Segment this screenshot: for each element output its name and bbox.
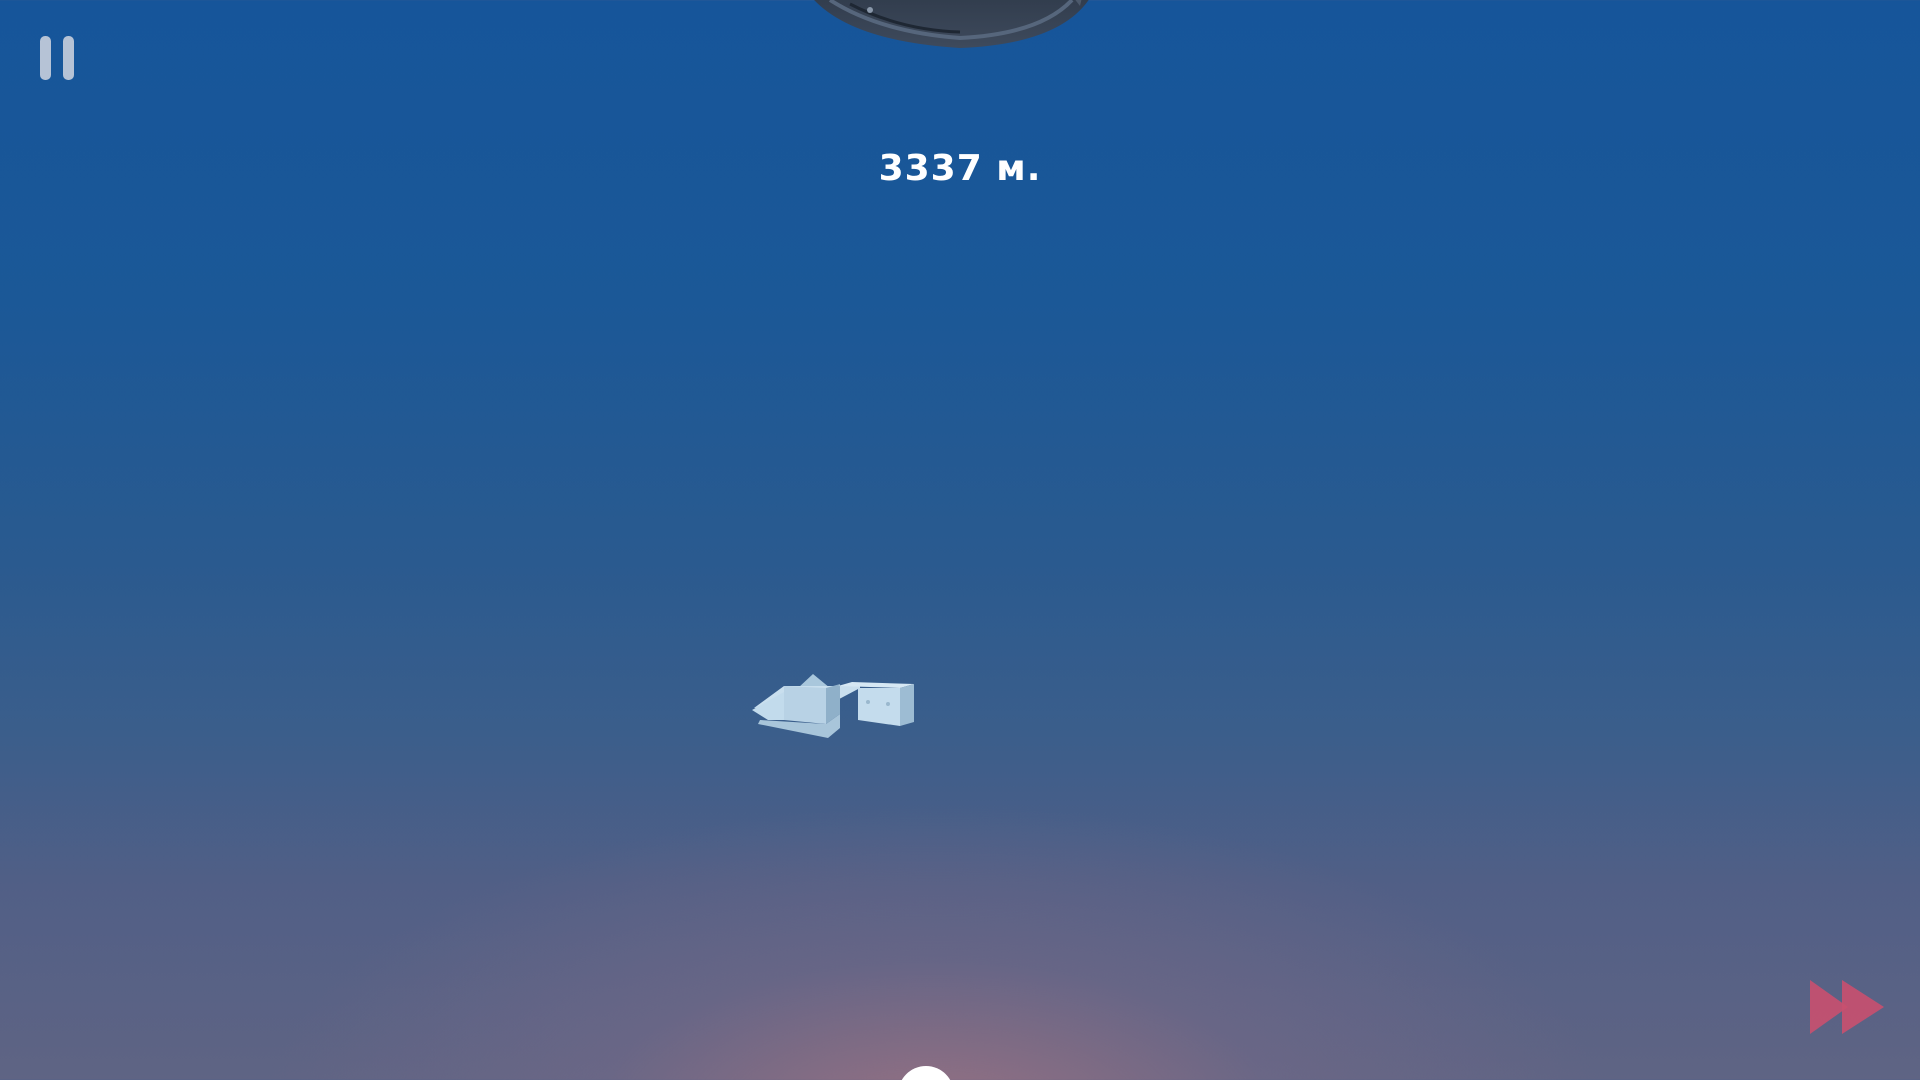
fast-forward-icon [1810,980,1884,1034]
distance-counter: 3337 м. [878,148,1042,189]
pause-icon [40,36,51,80]
moon [898,1066,954,1080]
pause-icon-bar [63,36,74,80]
ufo-obstacle [814,0,1089,48]
fast-forward-button[interactable] [1808,976,1888,1038]
pause-button[interactable] [36,34,80,84]
player-ship [752,674,914,738]
